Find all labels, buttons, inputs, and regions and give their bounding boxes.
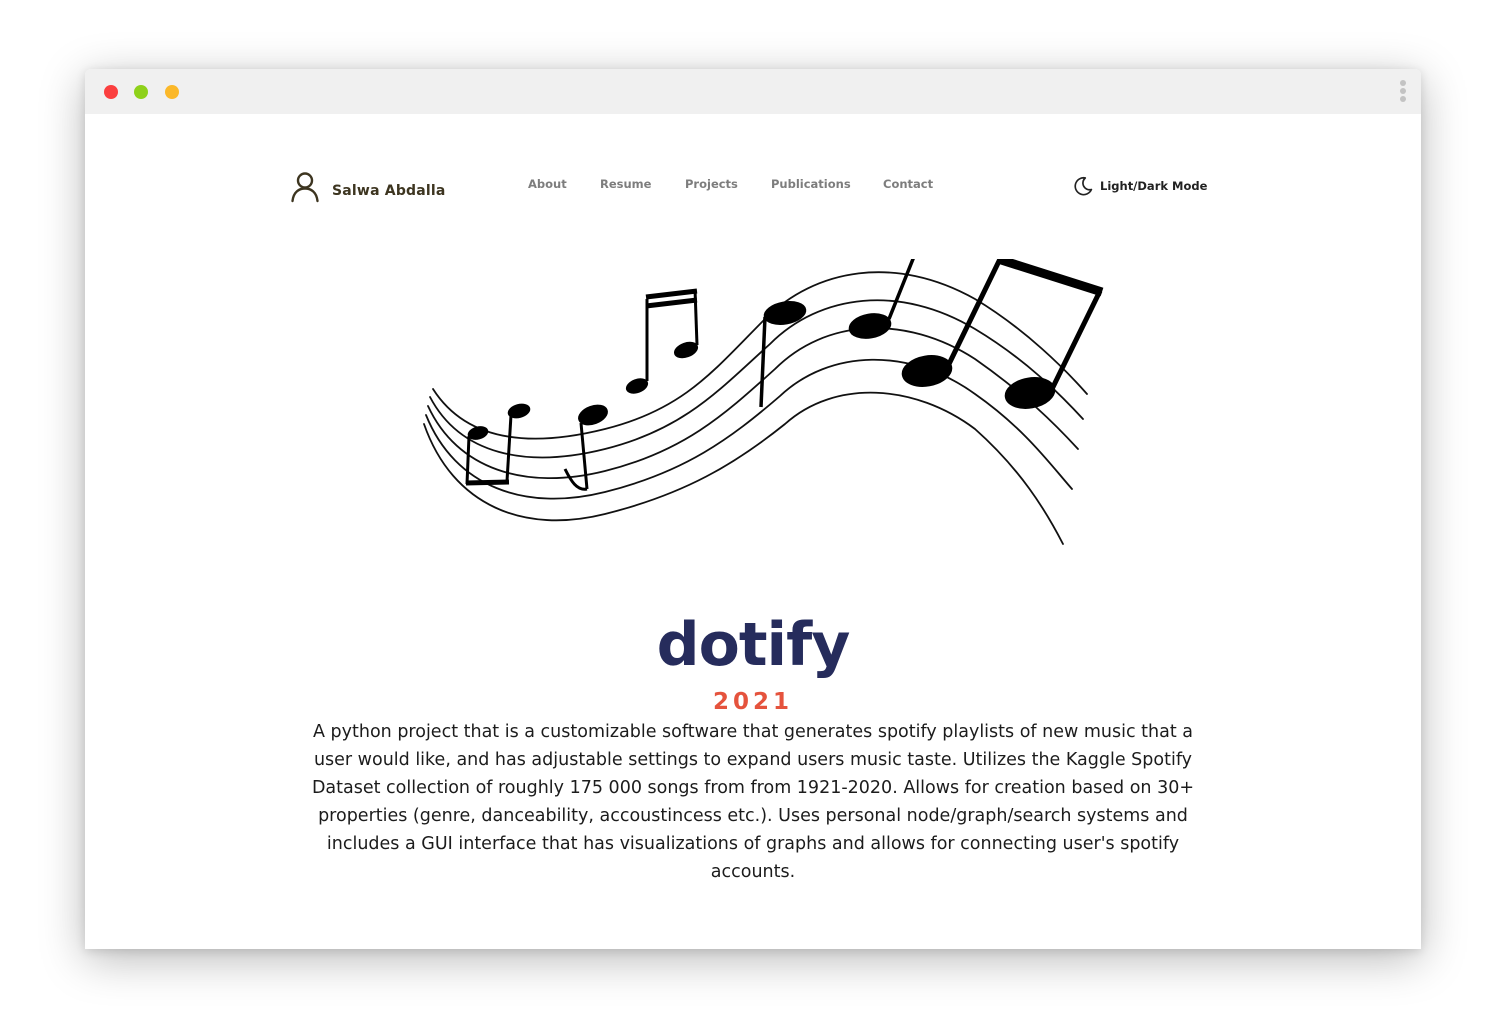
nav-link-contact[interactable]: Contact	[883, 177, 933, 191]
nav-link-about[interactable]: About	[528, 177, 567, 191]
light-dark-mode-toggle[interactable]: Light/Dark Mode	[1072, 175, 1207, 197]
maximize-window-button[interactable]	[165, 85, 179, 99]
project-year: 2021	[712, 689, 793, 715]
kebab-menu-icon[interactable]	[1399, 80, 1407, 106]
person-icon	[291, 172, 319, 203]
project-description: A python project that is a customizable …	[311, 722, 1195, 882]
nav-link-publications[interactable]: Publications	[771, 177, 851, 191]
page-background: Salwa Abdalla About Resume Projects Publ…	[0, 0, 1504, 1018]
project-title: dotify	[656, 610, 851, 680]
close-window-button[interactable]	[104, 85, 118, 99]
nav-link-projects[interactable]: Projects	[685, 177, 738, 191]
brand-name: Salwa Abdalla	[332, 183, 446, 199]
browser-titlebar	[85, 69, 1421, 114]
light-dark-mode-label: Light/Dark Mode	[1100, 179, 1208, 193]
browser-window: Salwa Abdalla About Resume Projects Publ…	[85, 69, 1421, 949]
minimize-window-button[interactable]	[134, 85, 148, 99]
site-brand[interactable]: Salwa Abdalla	[290, 170, 446, 204]
nav-link-resume[interactable]: Resume	[600, 177, 651, 191]
music-staff-illustration	[423, 259, 1104, 545]
moon-icon	[1074, 176, 1093, 196]
page-content: Salwa Abdalla About Resume Projects Publ…	[85, 114, 1421, 949]
